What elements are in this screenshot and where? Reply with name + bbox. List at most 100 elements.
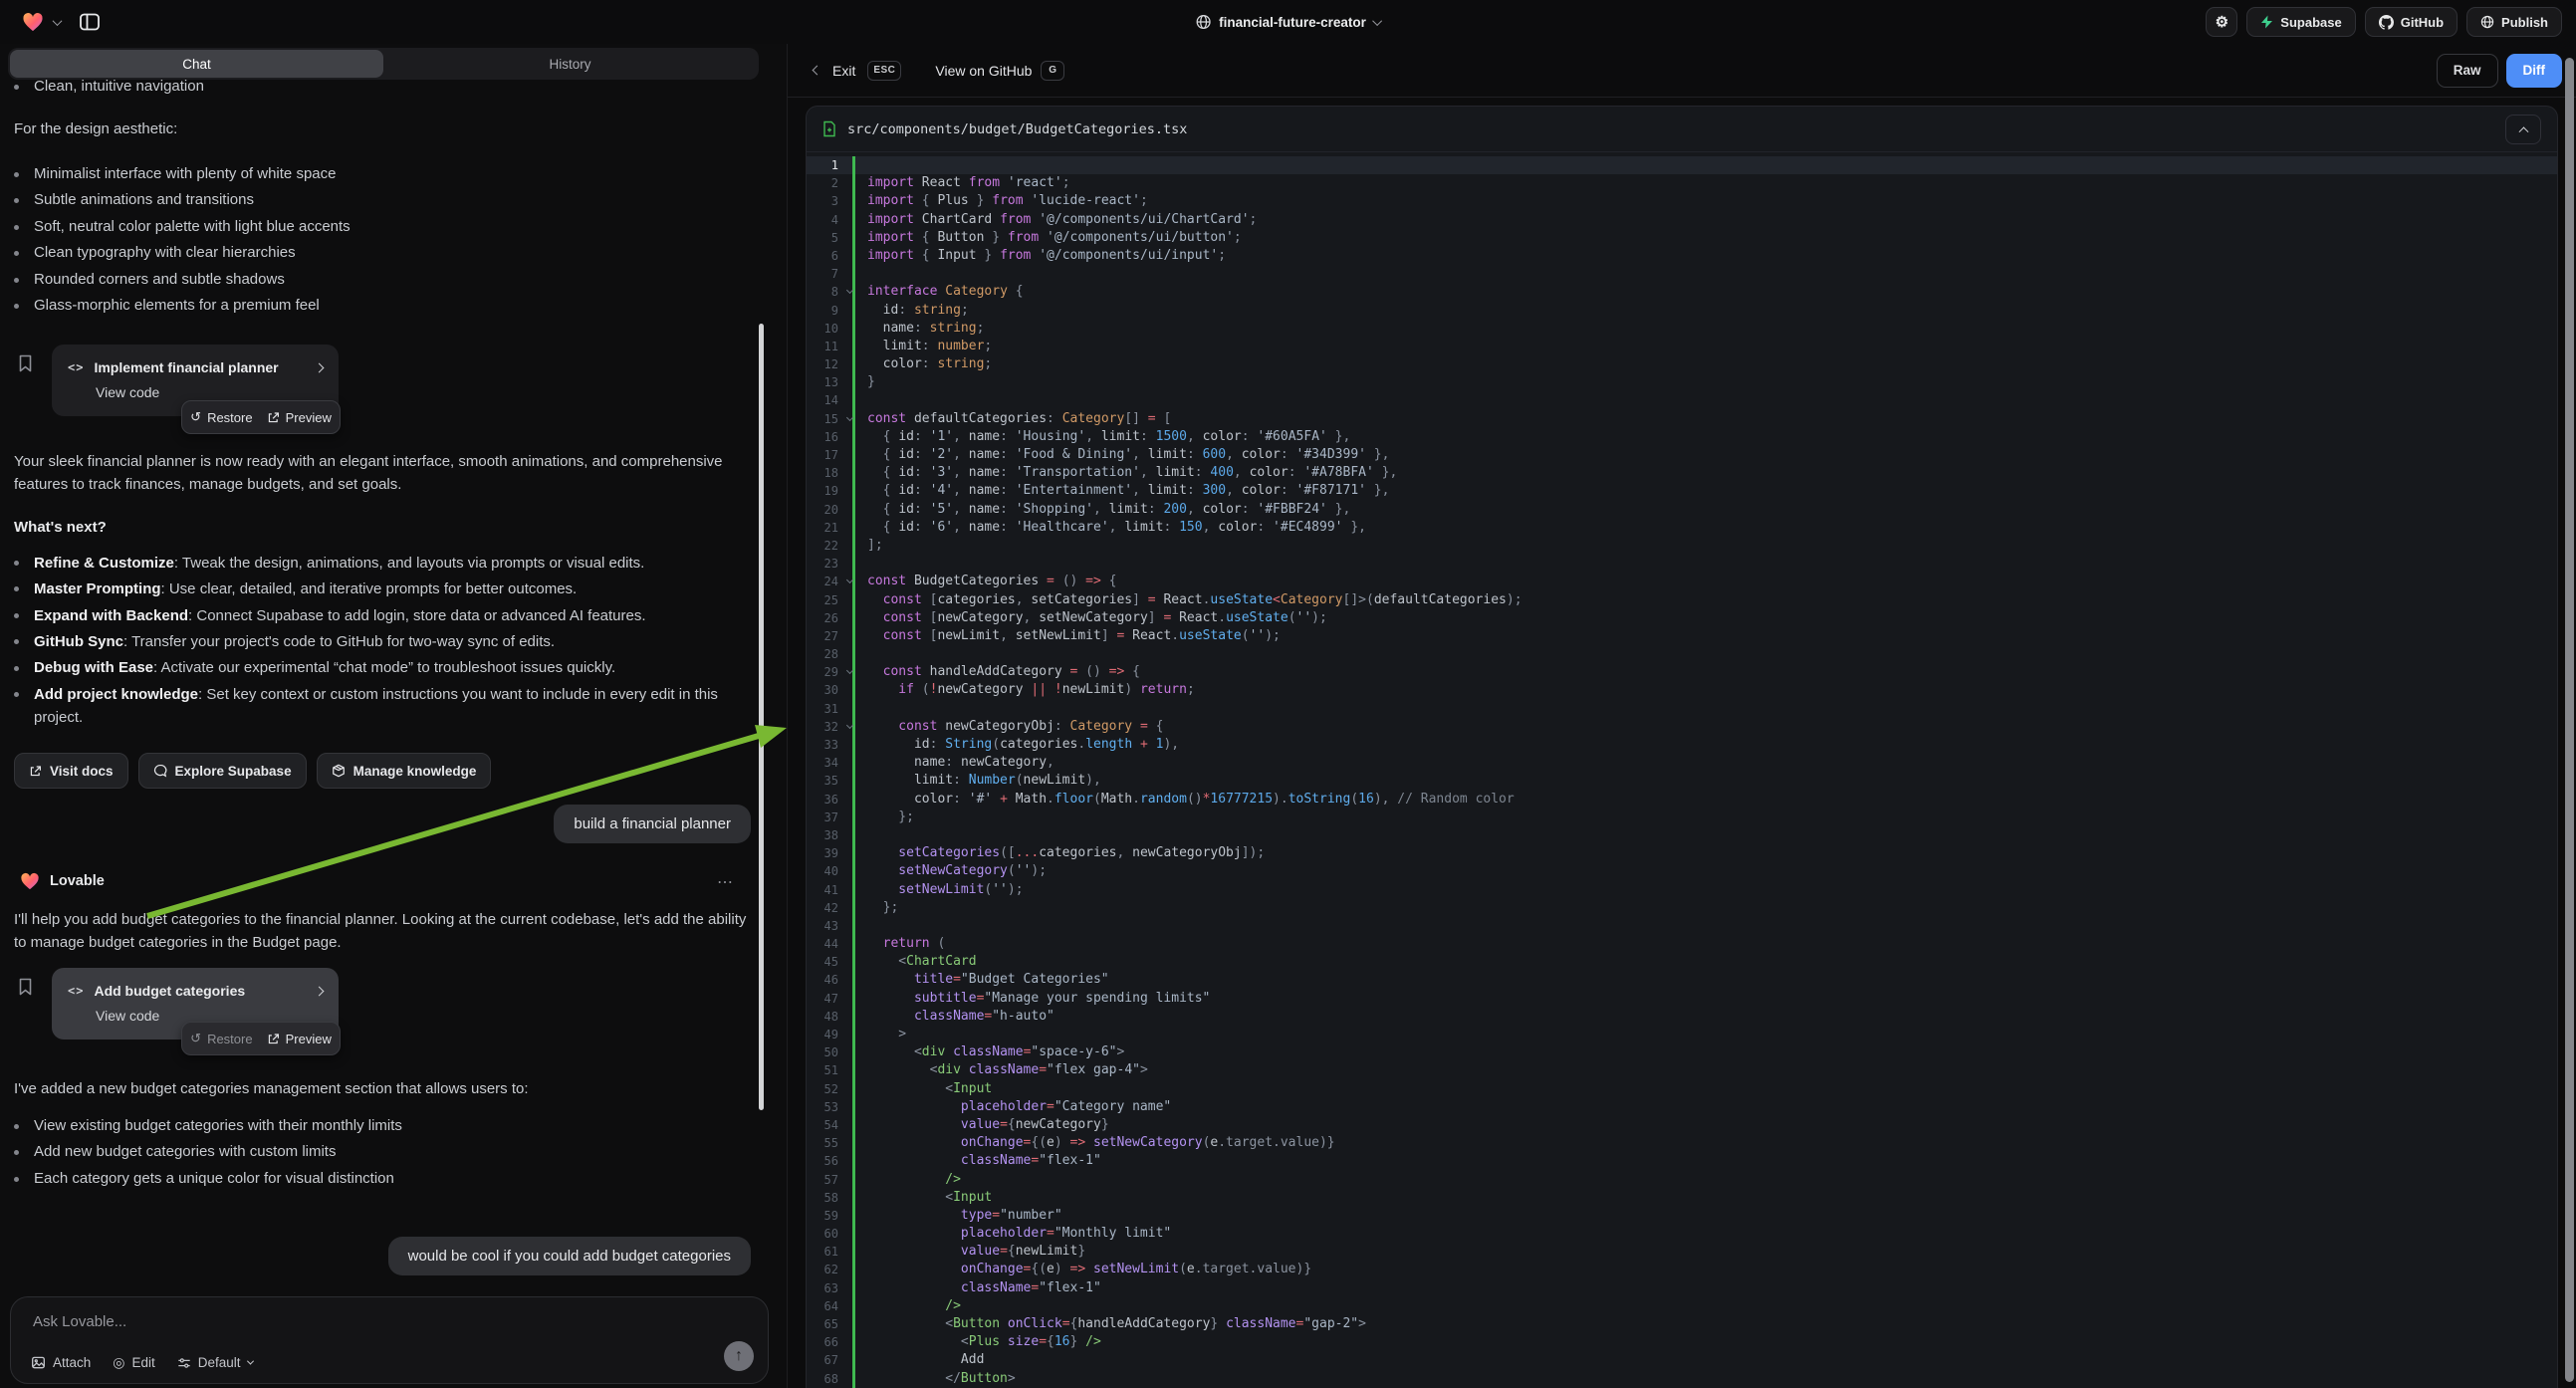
line-number: 38: [807, 826, 846, 844]
code-line: 13}: [807, 373, 2557, 391]
code-line: 40 setNewCategory('');: [807, 862, 2557, 880]
publish-globe-icon: [2480, 15, 2494, 29]
code-line: 55 onChange={(e) => setNewCategory(e.tar…: [807, 1134, 2557, 1152]
edit-mode-button[interactable]: ◎ Edit: [113, 1354, 154, 1371]
exit-button[interactable]: Exit ESC: [814, 61, 901, 81]
preview-button[interactable]: Preview: [267, 1032, 332, 1046]
code-line: 19 { id: '4', name: 'Entertainment', lim…: [807, 482, 2557, 500]
code-line: 44 return (: [807, 935, 2557, 953]
code-line: 10 name: string;: [807, 320, 2557, 338]
composer-placeholder[interactable]: Ask Lovable...: [33, 1313, 750, 1330]
line-number: 27: [807, 627, 846, 645]
line-number: 56: [807, 1152, 846, 1170]
code-line: 35 limit: Number(newLimit),: [807, 772, 2557, 790]
restore-icon: ↺: [190, 409, 201, 425]
project-title[interactable]: financial-future-creator: [1219, 15, 1366, 30]
code-panel-header: Exit ESC View on GitHub G Raw Diff: [788, 44, 2576, 98]
diff-toggle-button[interactable]: Diff: [2506, 54, 2563, 88]
code-line: 23: [807, 555, 2557, 573]
line-number: 24: [807, 573, 846, 590]
code-line: 1: [807, 156, 2557, 174]
bookmark-icon[interactable]: [18, 354, 33, 372]
line-number: 55: [807, 1134, 846, 1152]
sidebar-toggle-icon[interactable]: [79, 12, 101, 32]
list-item: Debug with Ease: Activate our experiment…: [2, 655, 741, 681]
line-number: 3: [807, 192, 846, 210]
code-line: 31: [807, 700, 2557, 718]
collapse-file-button[interactable]: [2505, 115, 2541, 144]
previous-list: Clean, intuitive navigation: [2, 74, 204, 100]
line-number: 48: [807, 1008, 846, 1026]
code-line: 39 setCategories([...categories, newCate…: [807, 844, 2557, 862]
list-item: Glass-morphic elements for a premium fee…: [2, 293, 351, 319]
chat-panel: Chat History Clean, intuitive navigation…: [0, 44, 787, 1388]
code-line: 17 { id: '2', name: 'Food & Dining', lim…: [807, 446, 2557, 464]
line-number: 8: [807, 283, 846, 301]
workspace-chevron-down-icon[interactable]: [53, 16, 63, 26]
code-line: 58 <Input: [807, 1189, 2557, 1207]
code-line: 63 className="flex-1": [807, 1279, 2557, 1297]
restore-button[interactable]: ↺ Restore: [190, 1031, 252, 1046]
github-icon: [2379, 15, 2394, 30]
model-selector[interactable]: Default: [177, 1355, 253, 1370]
chat-composer[interactable]: Ask Lovable... Attach ◎ Edit: [10, 1296, 769, 1384]
line-number: 11: [807, 338, 846, 355]
code-line: 64 />: [807, 1297, 2557, 1315]
restore-button[interactable]: ↺ Restore: [190, 409, 252, 425]
g-key-badge: G: [1041, 61, 1064, 81]
code-line: 52 <Input: [807, 1080, 2557, 1098]
supabase-button[interactable]: Supabase: [2246, 7, 2355, 37]
attach-button[interactable]: Attach: [31, 1355, 91, 1370]
chat-scrollbar[interactable]: [759, 324, 764, 1110]
code-line: 53 placeholder="Category name": [807, 1098, 2557, 1116]
list-item: Add project knowledge: Set key context o…: [2, 681, 741, 730]
file-header[interactable]: src/components/budget/BudgetCategories.t…: [807, 107, 2557, 152]
line-number: 60: [807, 1225, 846, 1243]
bookmark-icon[interactable]: [18, 978, 33, 996]
code-line: 43: [807, 917, 2557, 935]
line-number: 58: [807, 1189, 846, 1207]
settings-button[interactable]: ⚙: [2206, 7, 2237, 37]
list-item: Rounded corners and subtle shadows: [2, 267, 351, 293]
window-scrollbar[interactable]: [2565, 58, 2574, 1382]
composer-toolbar: Attach ◎ Edit Default: [31, 1354, 253, 1371]
sliders-icon: [177, 1356, 191, 1370]
code-line: 27 const [newLimit, setNewLimit] = React…: [807, 627, 2557, 645]
project-chevron-down-icon[interactable]: [1372, 16, 1382, 26]
assistant-name: Lovable: [50, 873, 105, 889]
line-number: 61: [807, 1243, 846, 1261]
line-number: 36: [807, 791, 846, 809]
lovable-app-window: financial-future-creator ⚙ Supabase GitH…: [0, 0, 2576, 1388]
visit-docs-button[interactable]: Visit docs: [14, 753, 128, 789]
line-number: 28: [807, 645, 846, 663]
line-number: 31: [807, 700, 846, 718]
explore-supabase-button[interactable]: Explore Supabase: [138, 753, 307, 789]
line-number: 52: [807, 1080, 846, 1098]
code-line: 33 id: String(categories.length + 1),: [807, 736, 2557, 754]
publish-button[interactable]: Publish: [2466, 7, 2562, 37]
line-number: 2: [807, 174, 846, 192]
raw-toggle-button[interactable]: Raw: [2437, 54, 2498, 88]
code-line: 4import ChartCard from '@/components/ui/…: [807, 211, 2557, 229]
send-button[interactable]: ↑: [724, 1341, 754, 1371]
tab-history[interactable]: History: [383, 50, 757, 78]
line-number: 19: [807, 482, 846, 500]
preview-button[interactable]: Preview: [267, 410, 332, 425]
whats-next-heading: What's next?: [14, 516, 107, 539]
line-number: 29: [807, 663, 846, 681]
code-line: 26 const [newCategory, setNewCategory] =…: [807, 609, 2557, 627]
card-hover-toolbar: ↺ Restore Preview: [181, 1022, 341, 1055]
line-number: 41: [807, 881, 846, 899]
code-line: 30 if (!newCategory || !newLimit) return…: [807, 681, 2557, 699]
github-button[interactable]: GitHub: [2365, 7, 2458, 37]
code-line: 45 <ChartCard: [807, 953, 2557, 971]
line-number: 65: [807, 1315, 846, 1333]
view-on-github-button[interactable]: View on GitHub G: [935, 61, 1064, 81]
list-item: Subtle animations and transitions: [2, 187, 351, 213]
lovable-logo-icon[interactable]: [22, 12, 44, 32]
manage-knowledge-button[interactable]: Manage knowledge: [317, 753, 492, 789]
line-number: 25: [807, 591, 846, 609]
code-line: 3import { Plus } from 'lucide-react';: [807, 192, 2557, 210]
message-more-icon[interactable]: ⋯: [717, 872, 735, 892]
code-line: 24const BudgetCategories = () => {: [807, 573, 2557, 590]
